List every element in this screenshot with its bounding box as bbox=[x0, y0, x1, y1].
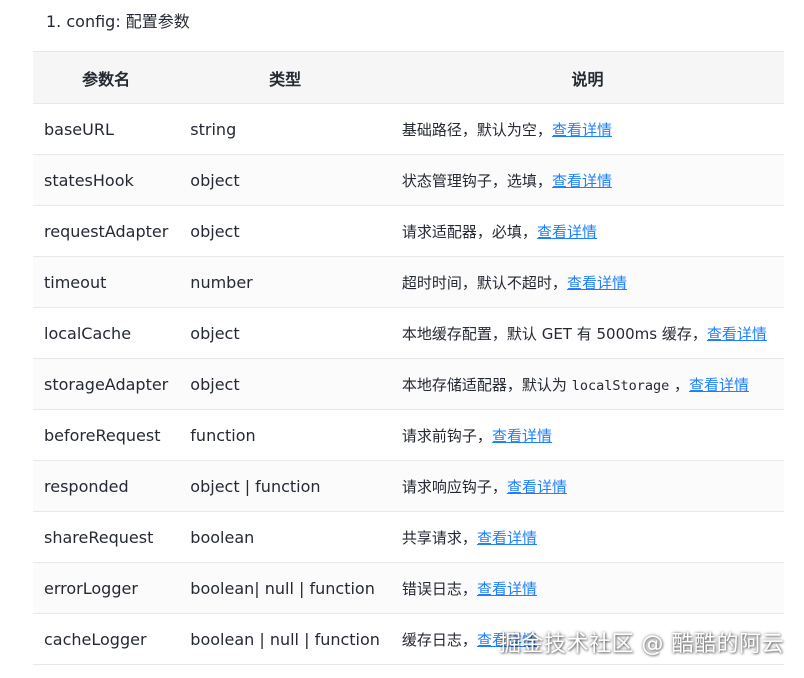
view-details-link[interactable]: 查看详情 bbox=[537, 223, 597, 241]
param-name: errorLogger bbox=[33, 562, 180, 614]
param-name: responded bbox=[33, 460, 180, 512]
param-description: 请求适配器，必填，查看详情 bbox=[390, 205, 784, 257]
param-type: number bbox=[179, 256, 391, 308]
param-description: 状态管理钩子，选填，查看详情 bbox=[390, 154, 784, 206]
param-name: timeout bbox=[33, 256, 180, 308]
description-text: 请求前钩子， bbox=[401, 426, 492, 445]
doc-page: 1. config: 配置参数 参数名 类型 说明 baseURL string 基… bbox=[0, 0, 804, 678]
inline-code: localStorage bbox=[571, 377, 670, 394]
param-type: boolean | null | function bbox=[179, 613, 391, 665]
description-text: 超时时间，默认不超时， bbox=[401, 273, 567, 292]
column-header-desc: 说明 bbox=[390, 51, 784, 104]
view-details-link[interactable]: 查看详情 bbox=[477, 529, 537, 547]
view-details-link[interactable]: 查看详情 bbox=[507, 478, 567, 496]
table-row: storageAdapter object 本地存储适配器，默认为 localSto… bbox=[33, 358, 784, 410]
table-header-row: 参数名 类型 说明 bbox=[33, 51, 784, 104]
table-row: responded object | function 请求响应钩子，查看详情 bbox=[33, 460, 784, 512]
param-name: beforeRequest bbox=[33, 409, 180, 461]
param-name: requestAdapter bbox=[33, 205, 180, 257]
param-name: cacheLogger bbox=[33, 613, 180, 665]
param-type: object bbox=[179, 154, 391, 206]
table-row: localCache object 本地缓存配置，默认 GET 有 5000ms 缓… bbox=[33, 307, 784, 359]
param-description: 错误日志，查看详情 bbox=[390, 562, 784, 614]
param-description: 本地存储适配器，默认为 localStorage ，查看详情 bbox=[390, 358, 784, 410]
param-type: boolean bbox=[179, 511, 391, 563]
description-text: 状态管理钩子，选填， bbox=[401, 171, 552, 190]
view-details-link[interactable]: 查看详情 bbox=[477, 580, 537, 598]
description-text: 错误日志， bbox=[401, 579, 477, 598]
param-type: object bbox=[179, 205, 391, 257]
param-type: string bbox=[179, 103, 391, 155]
param-description: 本地缓存配置，默认 GET 有 5000ms 缓存，查看详情 bbox=[390, 307, 784, 359]
view-details-link[interactable]: 查看详情 bbox=[552, 121, 612, 139]
description-text-after: ， bbox=[669, 375, 690, 394]
watermark: 掘金技术社区 @ 酷酷的阿云 bbox=[499, 632, 784, 657]
view-details-link[interactable]: 查看详情 bbox=[689, 376, 749, 394]
table-row: statesHook object 状态管理钩子，选填，查看详情 bbox=[33, 154, 784, 206]
description-text: 请求响应钩子， bbox=[401, 477, 507, 496]
param-type: object bbox=[179, 358, 391, 410]
description-text: 共享请求， bbox=[401, 528, 477, 547]
view-details-link[interactable]: 查看详情 bbox=[567, 274, 627, 292]
param-description: 请求响应钩子，查看详情 bbox=[390, 460, 784, 512]
description-text: 基础路径，默认为空， bbox=[401, 120, 552, 139]
param-name: localCache bbox=[33, 307, 180, 359]
param-name: storageAdapter bbox=[33, 358, 180, 410]
table-row: timeout number 超时时间，默认不超时，查看详情 bbox=[33, 256, 784, 308]
param-type: object | function bbox=[179, 460, 391, 512]
param-description: 共享请求，查看详情 bbox=[390, 511, 784, 563]
param-description: 超时时间，默认不超时，查看详情 bbox=[390, 256, 784, 308]
table-row: errorLogger boolean| null | function 错误日志，… bbox=[33, 562, 784, 614]
description-text: 本地存储适配器，默认为 bbox=[401, 375, 572, 394]
param-name: baseURL bbox=[33, 103, 180, 155]
param-type: boolean| null | function bbox=[179, 562, 391, 614]
description-text: 请求适配器，必填， bbox=[401, 222, 537, 241]
param-type: object bbox=[179, 307, 391, 359]
param-name: shareRequest bbox=[33, 511, 180, 563]
view-details-link[interactable]: 查看详情 bbox=[552, 172, 612, 190]
view-details-link[interactable]: 查看详情 bbox=[492, 427, 552, 445]
column-header-name: 参数名 bbox=[33, 51, 180, 104]
table-row: shareRequest boolean 共享请求，查看详情 bbox=[33, 511, 784, 563]
table-row: requestAdapter object 请求适配器，必填，查看详情 bbox=[33, 205, 784, 257]
description-text: 缓存日志， bbox=[401, 630, 477, 649]
view-details-link[interactable]: 查看详情 bbox=[707, 325, 767, 343]
table-row: baseURL string 基础路径，默认为空，查看详情 bbox=[33, 103, 784, 155]
param-description: 基础路径，默认为空，查看详情 bbox=[390, 103, 784, 155]
section-heading: 1. config: 配置参数 bbox=[46, 12, 190, 31]
param-description: 请求前钩子，查看详情 bbox=[390, 409, 784, 461]
table-row: beforeRequest function 请求前钩子，查看详情 bbox=[33, 409, 784, 461]
param-name: statesHook bbox=[33, 154, 180, 206]
description-text: 本地缓存配置，默认 GET 有 5000ms 缓存， bbox=[401, 324, 707, 343]
config-params-table: 参数名 类型 说明 baseURL string 基础路径，默认为空，查看详情 sta… bbox=[33, 51, 784, 665]
param-type: function bbox=[179, 409, 391, 461]
column-header-type: 类型 bbox=[179, 51, 391, 104]
